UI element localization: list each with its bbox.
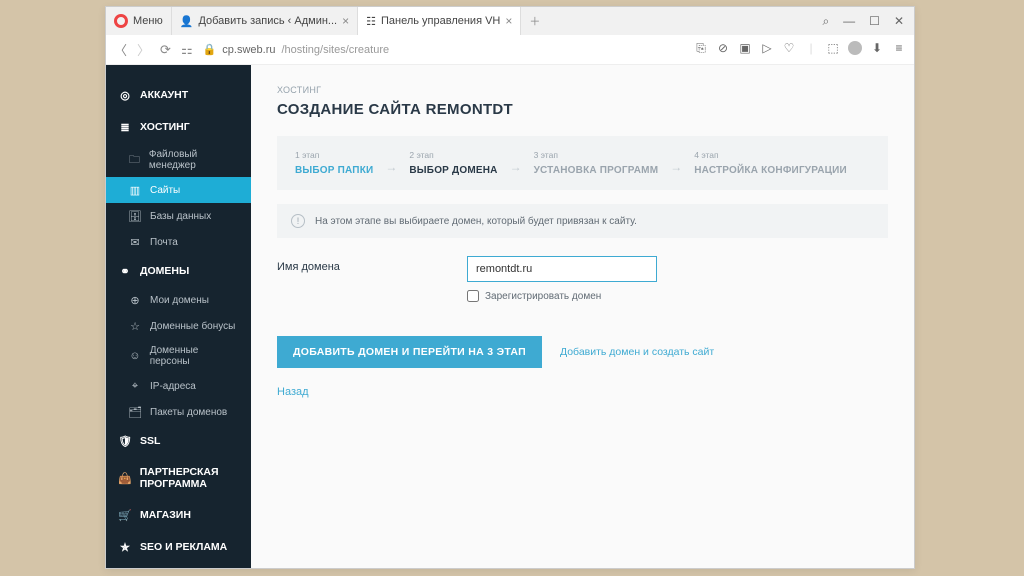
sidebar-bonuses[interactable]: ☆Доменные бонусы — [106, 313, 251, 339]
sidebar-sites[interactable]: ▥Сайты — [106, 177, 251, 203]
star-icon: ☆ — [128, 319, 142, 333]
tab-menu[interactable]: Меню — [106, 7, 172, 35]
tab-label: Добавить запись ‹ Админ... — [198, 15, 337, 27]
lock-icon: 🔒 — [203, 43, 217, 56]
new-tab[interactable]: ＋ — [521, 7, 548, 35]
add-domain-next-button[interactable]: ДОБАВИТЬ ДОМЕН И ПЕРЕЙТИ НА 3 ЭТАП — [277, 336, 542, 368]
sidebar: ◎АККАУНТ ≣ХОСТИНГ 🗀Файловый менеджер ▥Са… — [106, 65, 251, 568]
sidebar-seo[interactable]: ✯SEO И РЕКЛАМА — [106, 531, 251, 563]
menu-icon[interactable]: ≡ — [892, 41, 906, 58]
register-checkbox-input[interactable] — [467, 290, 479, 302]
url-path: /hosting/sites/creature — [282, 44, 390, 56]
globe-icon: ⊕ — [128, 293, 142, 307]
browser-window: Меню 👤 Добавить запись ‹ Админ... × ☷ Па… — [105, 6, 915, 569]
avatar-icon[interactable] — [848, 41, 862, 58]
titlebar: Меню 👤 Добавить запись ‹ Админ... × ☷ Па… — [106, 7, 914, 35]
step-1[interactable]: 1 этап ВЫБОР ПАПКИ — [295, 150, 373, 176]
person-icon: 👤 — [180, 15, 194, 28]
sidebar-packs[interactable]: 🗂Пакеты доменов — [106, 399, 251, 425]
ext-icon[interactable]: ⊘ — [716, 41, 730, 58]
app-icon: ☷ — [366, 15, 376, 28]
step-2[interactable]: 2 этап ВЫБОР ДОМЕНА — [409, 150, 497, 176]
ext-icon[interactable]: ⎘ — [694, 41, 708, 58]
tab-admin[interactable]: 👤 Добавить запись ‹ Админ... × — [172, 7, 358, 35]
download-icon[interactable]: ⬇ — [870, 41, 884, 58]
sites-icon: ▥ — [128, 183, 142, 197]
close-icon[interactable]: × — [505, 14, 512, 28]
sidebar-filemgr[interactable]: 🗀Файловый менеджер — [106, 143, 251, 177]
sidebar-ips[interactable]: ⌖IP-адреса — [106, 373, 251, 399]
speeddial-icon[interactable]: ⚏ — [181, 42, 193, 58]
sidebar-mydomains[interactable]: ⊕Мои домены — [106, 287, 251, 313]
cube-icon[interactable]: ⬚ — [826, 41, 840, 58]
play-icon[interactable]: ▷ — [760, 41, 774, 58]
chevron-right-icon: → — [510, 160, 522, 176]
cart-icon: 🛒 — [118, 508, 132, 522]
mail-icon: ✉ — [128, 235, 142, 249]
back-icon[interactable]: 〈 — [114, 40, 127, 59]
heart-icon[interactable]: ♡ — [782, 41, 796, 58]
url-host: cp.sweb.ru — [222, 44, 275, 56]
main: ХОСТИНГ СОЗДАНИЕ САЙТА REMONTDT 1 этап В… — [251, 65, 914, 568]
sidebar-shop[interactable]: 🛒МАГАЗИН — [106, 499, 251, 531]
step-3[interactable]: 3 этап УСТАНОВКА ПРОГРАММ — [534, 150, 659, 176]
folder-icon: 🗀 — [128, 153, 141, 167]
chevron-right-icon: → — [385, 160, 397, 176]
close-window-icon[interactable]: ✕ — [894, 14, 904, 29]
minimize-icon[interactable]: — — [843, 14, 855, 29]
pin-icon: ⌖ — [128, 379, 142, 393]
user-icon: ◎ — [118, 88, 132, 102]
bag-icon: 👜 — [118, 471, 132, 485]
link-icon: ⚭ — [118, 264, 132, 278]
server-icon: ≣ — [118, 120, 132, 134]
shield-icon: 🛡 — [118, 434, 132, 448]
package-icon: 🗂 — [128, 405, 142, 419]
sidebar-partner[interactable]: 👜ПАРТНЕРСКАЯ ПРОГРАММА — [106, 457, 251, 499]
back-link[interactable]: Назад — [277, 386, 888, 398]
reload-icon[interactable]: ⟳ — [160, 42, 171, 58]
domain-input[interactable] — [467, 256, 657, 282]
tab-panel[interactable]: ☷ Панель управления VH × — [358, 7, 521, 35]
chevron-right-icon: → — [670, 160, 682, 176]
toolbar: 〈 〉 ⟳ ⚏ 🔒 cp.sweb.ru/hosting/sites/creat… — [106, 35, 914, 65]
breadcrumb: ХОСТИНГ — [277, 85, 888, 95]
sidebar-domains[interactable]: ⚭ДОМЕНЫ — [106, 255, 251, 287]
page-title: СОЗДАНИЕ САЙТА REMONTDT — [277, 101, 888, 118]
forward-icon[interactable]: 〉 — [137, 40, 150, 59]
megaphone-icon: ✯ — [118, 540, 132, 554]
hint-box: ! На этом этапе вы выбираете домен, кото… — [277, 204, 888, 238]
sidebar-account[interactable]: ◎АККАУНТ — [106, 79, 251, 111]
wizard-steps: 1 этап ВЫБОР ПАПКИ → 2 этап ВЫБОР ДОМЕНА… — [277, 136, 888, 190]
hint-text: На этом этапе вы выбираете домен, которы… — [315, 216, 637, 227]
address-bar[interactable]: 🔒 cp.sweb.ru/hosting/sites/creature — [203, 43, 684, 56]
sidebar-hosting[interactable]: ≣ХОСТИНГ — [106, 111, 251, 143]
register-checkbox[interactable]: Зарегистрировать домен — [467, 290, 888, 302]
add-domain-create-link[interactable]: Добавить домен и создать сайт — [560, 346, 714, 358]
person-icon: ☺ — [128, 349, 142, 363]
step-4[interactable]: 4 этап НАСТРОЙКА КОНФИГУРАЦИИ — [694, 150, 847, 176]
opera-icon — [114, 14, 128, 28]
search-icon[interactable]: ⌕ — [822, 14, 829, 29]
tab-label: Панель управления VH — [381, 15, 500, 27]
close-icon[interactable]: × — [342, 14, 349, 28]
sidebar-mail[interactable]: ✉Почта — [106, 229, 251, 255]
maximize-icon[interactable]: ☐ — [869, 14, 880, 29]
tab-label: Меню — [133, 15, 163, 27]
cast-icon[interactable]: ▣ — [738, 41, 752, 58]
sidebar-persons[interactable]: ☺Доменные персоны — [106, 339, 251, 373]
domain-label: Имя домена — [277, 256, 447, 273]
info-icon: ! — [291, 214, 305, 228]
db-icon: 🗄 — [128, 209, 142, 223]
sidebar-ssl[interactable]: 🛡SSL — [106, 425, 251, 457]
sidebar-db[interactable]: 🗄Базы данных — [106, 203, 251, 229]
